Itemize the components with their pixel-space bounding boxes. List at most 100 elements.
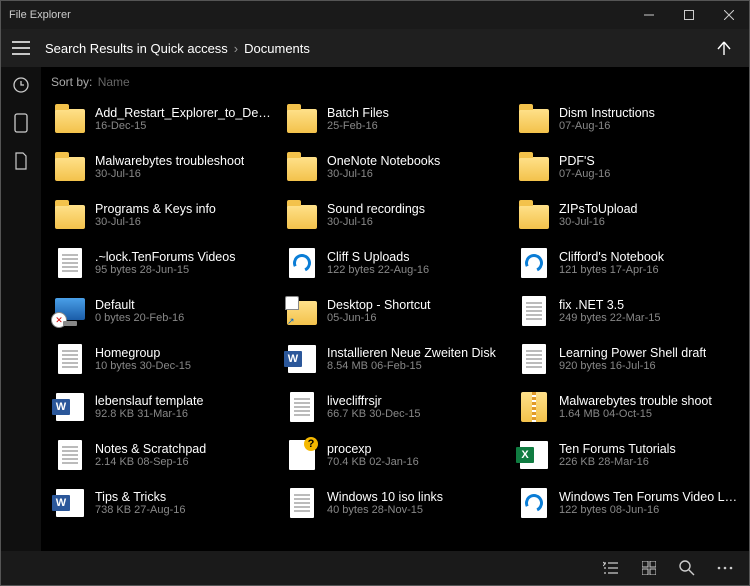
file-meta: 226 KB 28-Mar-16 [559, 456, 676, 468]
file-item[interactable]: PDF'S07-Aug-16 [513, 143, 745, 191]
file-name: Malwarebytes troubleshoot [95, 154, 244, 168]
file-name: Dism Instructions [559, 106, 655, 120]
doc-icon [285, 486, 319, 520]
file-meta: 30-Jul-16 [559, 216, 638, 228]
file-meta: 249 bytes 22-Mar-15 [559, 312, 661, 324]
file-name: ZIPsToUpload [559, 202, 638, 216]
file-item[interactable]: Default0 bytes 20-Feb-16 [49, 287, 281, 335]
file-meta: 05-Jun-16 [327, 312, 431, 324]
file-meta: 121 bytes 17-Apr-16 [559, 264, 664, 276]
file-item[interactable]: Programs & Keys info30-Jul-16 [49, 191, 281, 239]
file-item[interactable]: Notes & Scratchpad2.14 KB 08-Sep-16 [49, 431, 281, 479]
file-item[interactable]: .~lock.TenForums Videos95 bytes 28-Jun-1… [49, 239, 281, 287]
file-name: Default [95, 298, 184, 312]
breadcrumb[interactable]: Search Results in Quick access › Documen… [41, 41, 709, 56]
file-item[interactable]: Learning Power Shell draft920 bytes 16-J… [513, 335, 745, 383]
file-name: Malwarebytes trouble shoot [559, 394, 712, 408]
header: Search Results in Quick access › Documen… [1, 29, 749, 67]
file-item[interactable]: Add_Restart_Explorer_to_Desktop16-Dec-15 [49, 95, 281, 143]
file-name: Windows Ten Forums Video Listing [559, 490, 739, 504]
file-name: Sound recordings [327, 202, 425, 216]
file-name: Windows 10 iso links [327, 490, 443, 504]
folder-icon [517, 198, 551, 232]
word-icon [53, 390, 87, 424]
file-item[interactable]: Batch Files25-Feb-16 [281, 95, 513, 143]
file-name: Cliff S Uploads [327, 250, 429, 264]
file-name: lebenslauf template [95, 394, 203, 408]
file-item[interactable]: Sound recordings30-Jul-16 [281, 191, 513, 239]
statusbar [1, 551, 749, 585]
file-item[interactable]: Malwarebytes trouble shoot1.64 MB 04-Oct… [513, 383, 745, 431]
file-name: procexp [327, 442, 419, 456]
file-meta: 30-Jul-16 [95, 216, 216, 228]
file-item[interactable]: lebenslauf template92.8 KB 31-Mar-16 [49, 383, 281, 431]
search-icon[interactable] [669, 553, 705, 583]
sort-bar[interactable]: Sort by: Name [49, 75, 749, 95]
file-name: Batch Files [327, 106, 389, 120]
device-icon[interactable] [9, 111, 33, 135]
file-item[interactable]: livecliffrsjr66.7 KB 30-Dec-15 [281, 383, 513, 431]
file-item[interactable]: Homegroup10 bytes 30-Dec-15 [49, 335, 281, 383]
file-item[interactable]: fix .NET 3.5249 bytes 22-Mar-15 [513, 287, 745, 335]
file-name: .~lock.TenForums Videos [95, 250, 235, 264]
recent-icon[interactable] [9, 73, 33, 97]
hamburger-menu-icon[interactable] [1, 29, 41, 67]
file-meta: 30-Jul-16 [95, 168, 244, 180]
document-icon[interactable] [9, 149, 33, 173]
folder-shortcut-icon [285, 294, 319, 328]
file-item[interactable]: Dism Instructions07-Aug-16 [513, 95, 745, 143]
titlebar: File Explorer [1, 1, 749, 29]
select-mode-icon[interactable] [593, 553, 629, 583]
file-meta: 92.8 KB 31-Mar-16 [95, 408, 203, 420]
file-item[interactable]: ZIPsToUpload30-Jul-16 [513, 191, 745, 239]
file-item[interactable]: Desktop - Shortcut05-Jun-16 [281, 287, 513, 335]
chevron-right-icon: › [234, 41, 238, 56]
folder-icon [517, 102, 551, 136]
file-meta: 30-Jul-16 [327, 168, 440, 180]
folder-icon [517, 150, 551, 184]
excel-icon [517, 438, 551, 472]
file-meta: 8.54 MB 06-Feb-15 [327, 360, 496, 372]
file-item[interactable]: Clifford's Notebook121 bytes 17-Apr-16 [513, 239, 745, 287]
file-meta: 122 bytes 08-Jun-16 [559, 504, 739, 516]
sort-value[interactable]: Name [98, 75, 130, 89]
doc-icon [53, 342, 87, 376]
doc-icon [285, 390, 319, 424]
file-item[interactable]: Malwarebytes troubleshoot30-Jul-16 [49, 143, 281, 191]
file-meta: 70.4 KB 02-Jan-16 [327, 456, 419, 468]
breadcrumb-root[interactable]: Search Results in Quick access [45, 41, 228, 56]
file-meta: 66.7 KB 30-Dec-15 [327, 408, 421, 420]
file-meta: 95 bytes 28-Jun-15 [95, 264, 235, 276]
computer-icon [53, 294, 87, 328]
file-item[interactable]: Windows Ten Forums Video Listing122 byte… [513, 479, 745, 527]
file-name: Clifford's Notebook [559, 250, 664, 264]
file-meta: 10 bytes 30-Dec-15 [95, 360, 191, 372]
file-item[interactable]: Windows 10 iso links40 bytes 28-Nov-15 [281, 479, 513, 527]
doc-icon [53, 246, 87, 280]
file-item[interactable]: procexp70.4 KB 02-Jan-16 [281, 431, 513, 479]
edge-icon [517, 246, 551, 280]
close-button[interactable] [709, 1, 749, 29]
file-item[interactable]: Cliff S Uploads122 bytes 22-Aug-16 [281, 239, 513, 287]
file-meta: 25-Feb-16 [327, 120, 389, 132]
file-meta: 920 bytes 16-Jul-16 [559, 360, 706, 372]
file-meta: 1.64 MB 04-Oct-15 [559, 408, 712, 420]
view-tiles-icon[interactable] [631, 553, 667, 583]
minimize-button[interactable] [629, 1, 669, 29]
more-icon[interactable] [707, 553, 743, 583]
file-item[interactable]: Installieren Neue Zweiten Disk8.54 MB 06… [281, 335, 513, 383]
maximize-button[interactable] [669, 1, 709, 29]
file-name: PDF'S [559, 154, 610, 168]
file-name: Homegroup [95, 346, 191, 360]
file-meta: 07-Aug-16 [559, 120, 655, 132]
file-item[interactable]: Tips & Tricks738 KB 27-Aug-16 [49, 479, 281, 527]
file-item[interactable]: Ten Forums Tutorials226 KB 28-Mar-16 [513, 431, 745, 479]
main-content: Sort by: Name Add_Restart_Explorer_to_De… [41, 67, 749, 553]
up-button[interactable] [709, 29, 739, 67]
file-name: livecliffrsjr [327, 394, 421, 408]
file-item[interactable]: OneNote Notebooks30-Jul-16 [281, 143, 513, 191]
file-name: Add_Restart_Explorer_to_Desktop [95, 106, 275, 120]
breadcrumb-current[interactable]: Documents [244, 41, 310, 56]
file-name: Installieren Neue Zweiten Disk [327, 346, 496, 360]
file-name: fix .NET 3.5 [559, 298, 661, 312]
